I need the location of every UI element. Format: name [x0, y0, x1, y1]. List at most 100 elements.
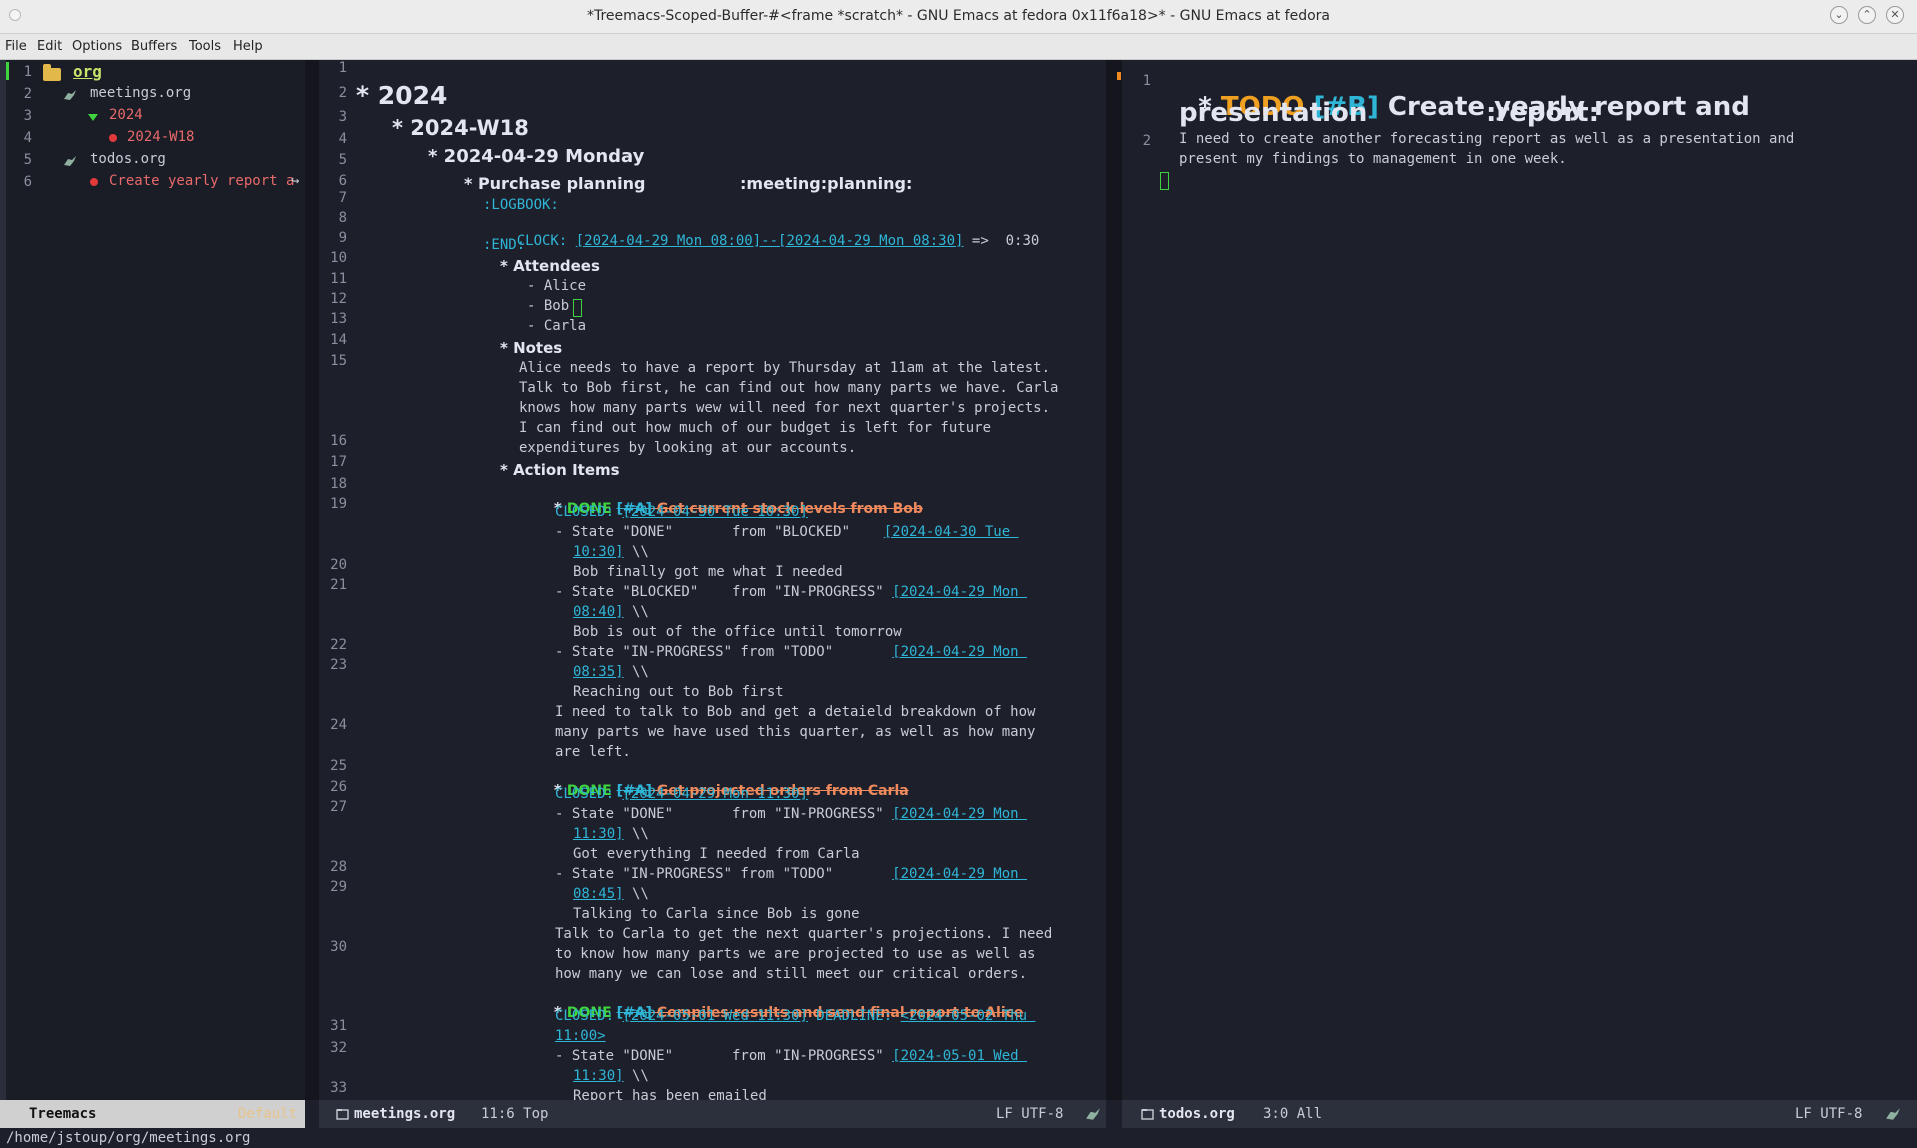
state-change: - State "IN-PROGRESS" from "TODO": [555, 644, 893, 660]
modeline-position: 3:0 All: [1263, 1106, 1323, 1122]
state-note: Report has been emailed: [573, 1088, 767, 1100]
state-timestamp[interactable]: 08:45]: [573, 886, 624, 902]
notes-text: I can find out how much of our budget is…: [519, 420, 992, 436]
line-number: 12: [330, 291, 347, 307]
meetings-buffer[interactable]: 1 2 3 4 5 6 7 8 9 10 11 12 13 14 15 16 17 18 19 20 21 22 23 24 2…: [319, 60, 1106, 1100]
org-file-icon: [64, 90, 76, 100]
state-timestamp[interactable]: 11:30]: [573, 1068, 624, 1084]
state-timestamp[interactable]: [2024-04-29 Mon: [892, 866, 1027, 882]
clock-label: CLOCK:: [516, 233, 576, 249]
org-mode-icon: [1086, 1108, 1100, 1120]
line-number: 23: [330, 657, 347, 673]
state-timestamp[interactable]: 08:35]: [573, 664, 624, 680]
buffer-icon: [1141, 1109, 1154, 1120]
clock-timestamp[interactable]: [2024-04-29 Mon 08:00]--[2024-04-29 Mon …: [576, 233, 964, 249]
tree-item-create-report[interactable]: Create yearly report a: [109, 173, 294, 189]
menu-file[interactable]: File: [5, 39, 27, 54]
state-note: Bob finally got me what I needed: [573, 564, 843, 580]
treemacs-modeline: Treemacs Default: [0, 1100, 305, 1128]
tree-item-2024[interactable]: 2024: [109, 107, 143, 123]
state-timestamp[interactable]: 11:30]: [573, 826, 624, 842]
state-change: - State "DONE" from "IN-PROGRESS": [555, 1048, 893, 1064]
heading-bullet-icon: [109, 134, 117, 142]
closed-label: CLOSED:: [555, 1008, 623, 1024]
window-divider[interactable]: [305, 60, 319, 1100]
line-number: 18: [330, 476, 347, 492]
closed-timestamp[interactable]: [2024-04-29 Mon 11:30]: [622, 786, 807, 802]
menu-tools[interactable]: Tools: [189, 39, 221, 54]
closed-timestamp[interactable]: [2024-05-01 Wed 11:30]: [622, 1008, 807, 1024]
line-number: 13: [330, 311, 347, 327]
state-timestamp[interactable]: [2024-05-01 Wed: [892, 1048, 1027, 1064]
state-note: Talking to Carla since Bob is gone: [573, 906, 860, 922]
line-number: 5: [338, 152, 347, 168]
tree-line-number: 1: [23, 64, 32, 80]
org-file-icon: [64, 156, 76, 166]
line-number: 2: [1142, 133, 1151, 149]
state-timestamp[interactable]: 10:30]: [573, 544, 624, 560]
task-body: Talk to Carla to get the next quarter's …: [555, 926, 1053, 942]
tree-line-number: 3: [23, 108, 32, 124]
menu-edit[interactable]: Edit: [37, 39, 62, 54]
tree-item-w18[interactable]: 2024-W18: [127, 129, 194, 145]
state-timestamp[interactable]: [2024-04-29 Mon: [892, 806, 1027, 822]
line-number: 11: [330, 271, 347, 287]
state-timestamp[interactable]: 08:40]: [573, 604, 624, 620]
todos-buffer[interactable]: 1 2 * TODO [#B] Create yearly report and…: [1122, 60, 1917, 1100]
folder-icon: [43, 64, 61, 81]
modeline-position: 11:6 Top: [481, 1106, 549, 1122]
clock-duration: => 0:30: [963, 233, 1040, 249]
notes-text: expenditures by looking at our accounts.: [519, 440, 857, 456]
line-break: \\: [623, 544, 649, 560]
line-break: \\: [623, 826, 649, 842]
logbook-drawer: :LOGBOOK:: [483, 197, 559, 213]
echo-area: /home/jstoup/org/meetings.org: [0, 1128, 1917, 1148]
state-change: - State "DONE" from "IN-PROGRESS": [555, 806, 893, 822]
line-number: 19: [330, 496, 347, 512]
meetings-modeline: meetings.org 11:6 Top LF UTF-8: [319, 1100, 1106, 1128]
line-number: 31: [330, 1018, 347, 1034]
notes-text: Talk to Bob first, he can find out how m…: [519, 380, 1059, 396]
line-number: 3: [338, 109, 347, 125]
menu-help[interactable]: Help: [233, 39, 263, 54]
menu-buffers[interactable]: Buffers: [131, 39, 177, 54]
org-mode-icon: [1886, 1108, 1900, 1120]
state-change: - State "BLOCKED" from "IN-PROGRESS": [555, 584, 893, 600]
title-bar: *Treemacs-Scoped-Buffer-#<frame *scratch…: [0, 0, 1917, 34]
tree-item-meetings[interactable]: meetings.org: [90, 85, 191, 101]
tree-root[interactable]: org: [73, 62, 102, 81]
tree-item-todos[interactable]: todos.org: [90, 151, 166, 167]
tree-line-number: 2: [23, 86, 32, 102]
task-body: I need to create another forecasting rep…: [1179, 131, 1795, 147]
state-change: - State "DONE" from "BLOCKED": [555, 524, 884, 540]
maximize-icon[interactable]: ⌃: [1858, 6, 1876, 24]
deadline-timestamp[interactable]: 11:00>: [555, 1028, 606, 1044]
line-number: 29: [330, 879, 347, 895]
deadline-label: DEADLINE:: [807, 1008, 901, 1024]
state-timestamp[interactable]: [2024-04-29 Mon: [892, 644, 1027, 660]
line-number: 17: [330, 454, 347, 470]
modeline-buffer-name: todos.org: [1159, 1106, 1235, 1122]
state-timestamp[interactable]: [2024-04-30 Tue: [884, 524, 1019, 540]
window-divider[interactable]: [1106, 60, 1122, 1100]
state-note: Got everything I needed from Carla: [573, 846, 860, 862]
line-number: 8: [338, 210, 347, 226]
line-number: 28: [330, 859, 347, 875]
line-number: 26: [330, 779, 347, 795]
buffer-icon: [336, 1109, 349, 1120]
state-note: Reaching out to Bob first: [573, 684, 784, 700]
chevron-down-icon[interactable]: [88, 114, 98, 121]
treemacs-pane[interactable]: 1 2 3 4 5 6 org meetings.org 2024 2024-W…: [0, 60, 305, 1100]
close-icon[interactable]: ✕: [1886, 6, 1904, 24]
minimize-icon[interactable]: ⌄: [1830, 6, 1848, 24]
menu-options[interactable]: Options: [72, 39, 122, 54]
list-item: - Alice: [527, 278, 587, 294]
task-body: present my findings to management in one…: [1179, 151, 1567, 167]
state-timestamp[interactable]: [2024-04-29 Mon: [892, 584, 1027, 600]
line-number: 9: [338, 230, 347, 246]
deadline-timestamp[interactable]: <2024-05-02 Thu: [901, 1008, 1036, 1024]
line-number: 21: [330, 577, 347, 593]
heading-purchase-planning: * Purchase planning: [464, 174, 646, 193]
tree-line-number: 5: [23, 152, 32, 168]
closed-timestamp[interactable]: [2024-04-30 Tue 10:30]: [622, 504, 807, 520]
